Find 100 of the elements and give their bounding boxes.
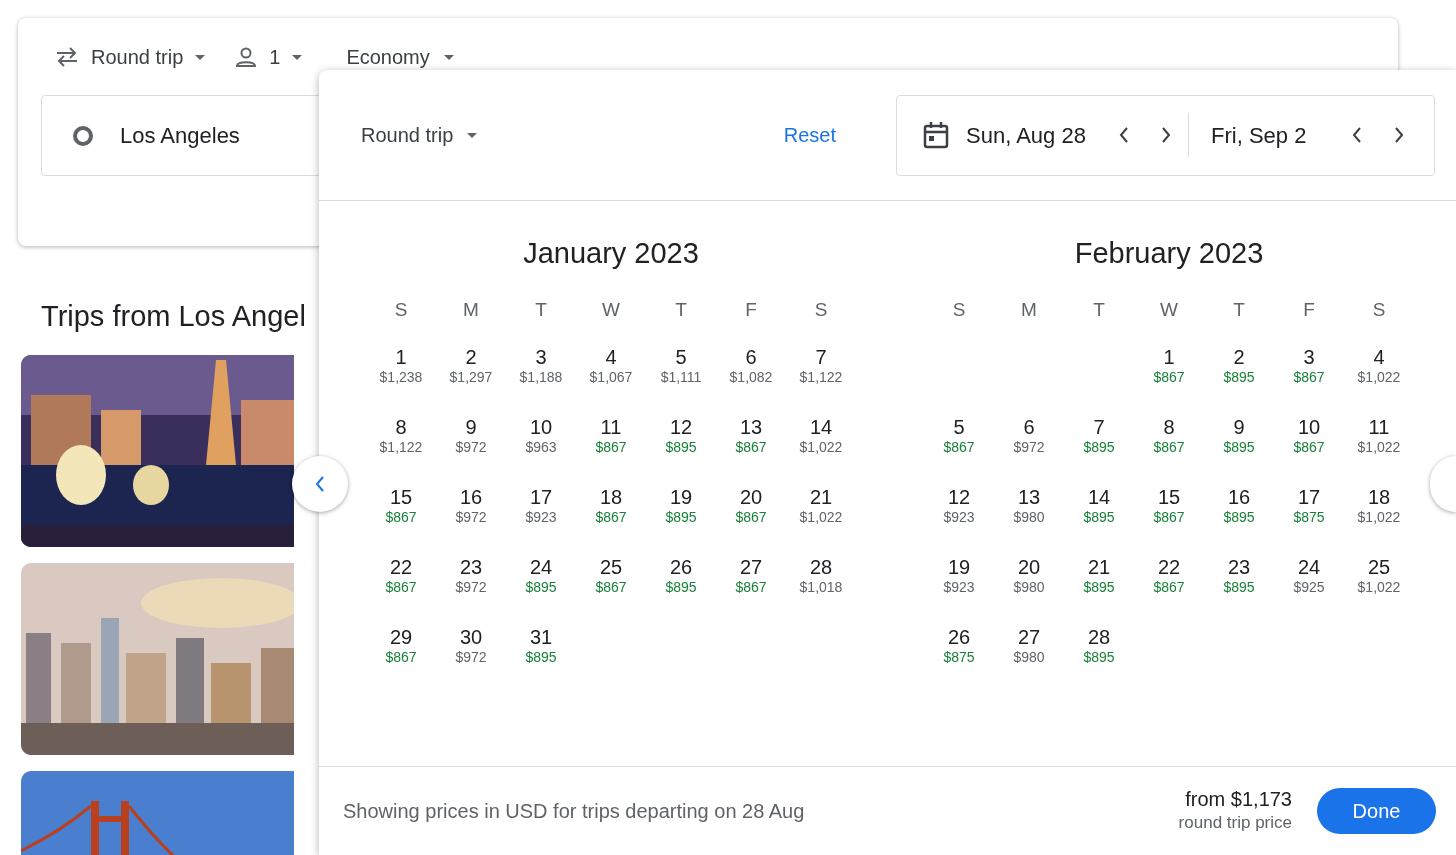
calendar-day[interactable]: 20 $980 (994, 552, 1064, 608)
calendar-day[interactable]: 21 $1,022 (786, 482, 856, 538)
weekday-label: T (1232, 298, 1246, 322)
weekday-label: T (534, 298, 548, 322)
cabin-dropdown[interactable]: Economy (332, 42, 454, 72)
calendar-day[interactable]: 18 $1,022 (1344, 482, 1414, 538)
caret-icon (195, 54, 206, 60)
done-button[interactable]: Done (1317, 788, 1436, 834)
weekday-label: W (1159, 298, 1179, 322)
calendar-day[interactable]: 13 $980 (994, 482, 1064, 538)
calendar-day[interactable]: 1 $1,238 (366, 342, 436, 398)
calendar-day[interactable]: 21 $895 (1064, 552, 1134, 608)
weekday-label: S (393, 298, 409, 322)
weekday-label: F (744, 298, 758, 322)
calendar-day[interactable]: 17 $923 (506, 482, 576, 538)
calendar-day[interactable]: 14 $895 (1064, 482, 1134, 538)
calendar-day[interactable]: 29 $867 (366, 622, 436, 678)
calendar-icon (923, 121, 949, 149)
chevron-left-icon (1352, 127, 1362, 143)
calendar-day[interactable]: 26 $875 (924, 622, 994, 678)
calendar-day[interactable]: 23 $895 (1204, 552, 1274, 608)
calendar-day[interactable]: 27 $980 (994, 622, 1064, 678)
weekday-label: T (674, 298, 688, 322)
calendar-day[interactable]: 27 $867 (716, 552, 786, 608)
weekday-label: M (1020, 298, 1038, 322)
weekday-label: S (813, 298, 829, 322)
calendar-day[interactable]: 17 $875 (1274, 482, 1344, 538)
calendar-day[interactable]: 2 $1,297 (436, 342, 506, 398)
calendar-day[interactable]: 14 $1,022 (786, 412, 856, 468)
return-date[interactable]: Fri, Sep 2 (1211, 118, 1341, 152)
trip-type-dropdown[interactable]: Round trip (361, 120, 478, 150)
calendar-day[interactable]: 11 $1,022 (1344, 412, 1414, 468)
calendar-day[interactable]: 13 $867 (716, 412, 786, 468)
footer-note: Showing prices in USD for trips departing on 28 Aug (343, 799, 806, 824)
calendar-day[interactable]: 18 $867 (576, 482, 646, 538)
calendar-day[interactable]: 19 $923 (924, 552, 994, 608)
calendar-day[interactable]: 1 $867 (1134, 342, 1204, 398)
calendar-day[interactable]: 2 $895 (1204, 342, 1274, 398)
calendar-day[interactable]: 6 $1,082 (716, 342, 786, 398)
calendar-day[interactable]: 16 $972 (436, 482, 506, 538)
calendar-day[interactable]: 15 $867 (1134, 482, 1204, 538)
calendar-day[interactable]: 15 $867 (366, 482, 436, 538)
calendar-day[interactable]: 8 $1,122 (366, 412, 436, 468)
calendar-day[interactable]: 24 $895 (506, 552, 576, 608)
calendar-day[interactable]: 4 $1,022 (1344, 342, 1414, 398)
month-title: January 2023 (522, 236, 700, 271)
circle-icon (72, 124, 94, 147)
calendar-day[interactable]: 28 $1,018 (786, 552, 856, 608)
month-title: February 2023 (1073, 236, 1265, 271)
calendar-day[interactable]: 22 $867 (366, 552, 436, 608)
chevron-left-icon (1119, 127, 1129, 143)
calendar-day[interactable]: 25 $1,022 (1344, 552, 1414, 608)
calendar-day[interactable]: 11 $867 (576, 412, 646, 468)
calendar-day[interactable]: 12 $923 (924, 482, 994, 538)
calendar-day[interactable]: 4 $1,067 (576, 342, 646, 398)
calendar-day[interactable]: 8 $867 (1134, 412, 1204, 468)
calendar-day[interactable]: 24 $925 (1274, 552, 1344, 608)
calendar-day[interactable]: 28 $895 (1064, 622, 1134, 678)
passenger-dropdown[interactable]: 1 (235, 42, 303, 72)
caret-icon (467, 132, 478, 138)
calendar-day[interactable]: 23 $972 (436, 552, 506, 608)
calendar-day[interactable]: 9 $972 (436, 412, 506, 468)
calendar-day[interactable]: 25 $867 (576, 552, 646, 608)
total-price: from $1,173 (1185, 787, 1292, 811)
caret-icon (443, 54, 454, 60)
chevron-left-icon (315, 476, 325, 492)
trip-type-dropdown[interactable]: Round trip (41, 42, 206, 72)
caret-icon (292, 54, 303, 60)
calendar-day[interactable]: 30 $972 (436, 622, 506, 678)
calendar-day[interactable]: 3 $867 (1274, 342, 1344, 398)
weekday-label: S (1371, 298, 1387, 322)
calendar-day[interactable]: 5 $867 (924, 412, 994, 468)
calendar-day[interactable]: 5 $1,111 (646, 342, 716, 398)
swap-arrows-icon (55, 47, 79, 67)
price-caption: round trip price (1178, 812, 1292, 834)
weekday-label: F (1302, 298, 1316, 322)
weekday-label: T (1092, 298, 1106, 322)
calendar-day[interactable]: 12 $895 (646, 412, 716, 468)
calendar-day[interactable]: 16 $895 (1204, 482, 1274, 538)
calendar-day[interactable]: 22 $867 (1134, 552, 1204, 608)
section-title: Trips from Los Angel (41, 299, 306, 334)
calendar-day[interactable]: 31 $895 (506, 622, 576, 678)
weekday-label: W (601, 298, 621, 322)
calendar-day[interactable]: 20 $867 (716, 482, 786, 538)
departure-date[interactable]: Sun, Aug 28 (966, 118, 1106, 152)
calendar-day[interactable]: 7 $1,122 (786, 342, 856, 398)
chevron-right-icon (1394, 127, 1404, 143)
calendar-day[interactable]: 9 $895 (1204, 412, 1274, 468)
chevron-right-icon (1161, 127, 1171, 143)
weekday-label: S (951, 298, 967, 322)
calendar-day[interactable]: 6 $972 (994, 412, 1064, 468)
calendar-day[interactable]: 10 $867 (1274, 412, 1344, 468)
person-icon (235, 47, 258, 67)
calendar-day[interactable]: 3 $1,188 (506, 342, 576, 398)
calendar-day[interactable]: 19 $895 (646, 482, 716, 538)
reset-button[interactable]: Reset (783, 120, 836, 150)
calendar-day[interactable]: 26 $895 (646, 552, 716, 608)
weekday-label: M (462, 298, 480, 322)
calendar-day[interactable]: 7 $895 (1064, 412, 1134, 468)
calendar-day[interactable]: 10 $963 (506, 412, 576, 468)
